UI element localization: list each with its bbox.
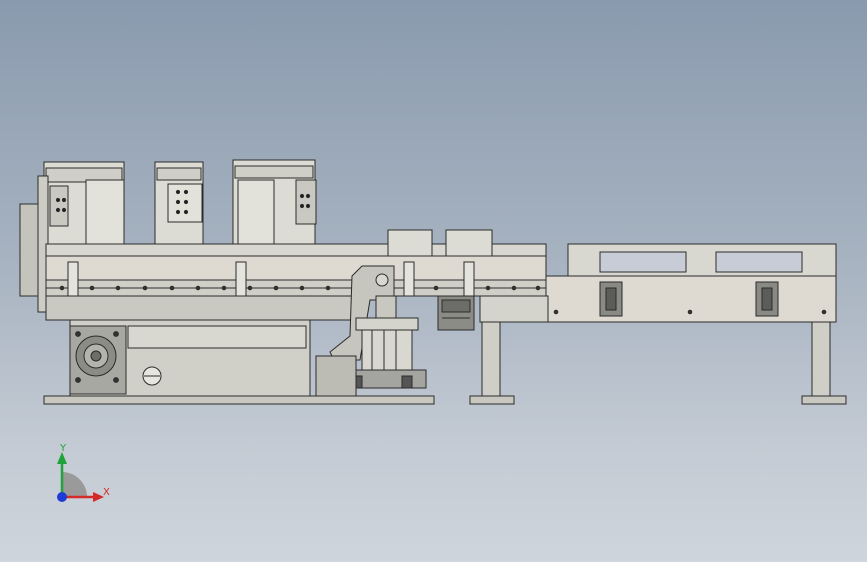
axis-triad [57, 452, 104, 502]
tool-carrier-middle [154, 161, 204, 249]
sensor-housing-left [387, 229, 433, 257]
tool-carrier-right [232, 159, 317, 249]
x-axis-label: X [103, 487, 110, 498]
tool-carrier-left [43, 161, 125, 249]
machine-assembly-drawing [19, 159, 847, 502]
gearmotor-right [437, 295, 475, 331]
outfeed-legs [469, 321, 847, 405]
sensor-housing-right [445, 229, 493, 257]
base-plate [43, 395, 435, 405]
servo-motor-left [69, 325, 127, 395]
z-axis-dot [57, 492, 67, 502]
y-axis-label: Y [60, 443, 67, 454]
triad-plane [62, 472, 87, 497]
cad-viewport[interactable]: Y X [0, 0, 867, 562]
